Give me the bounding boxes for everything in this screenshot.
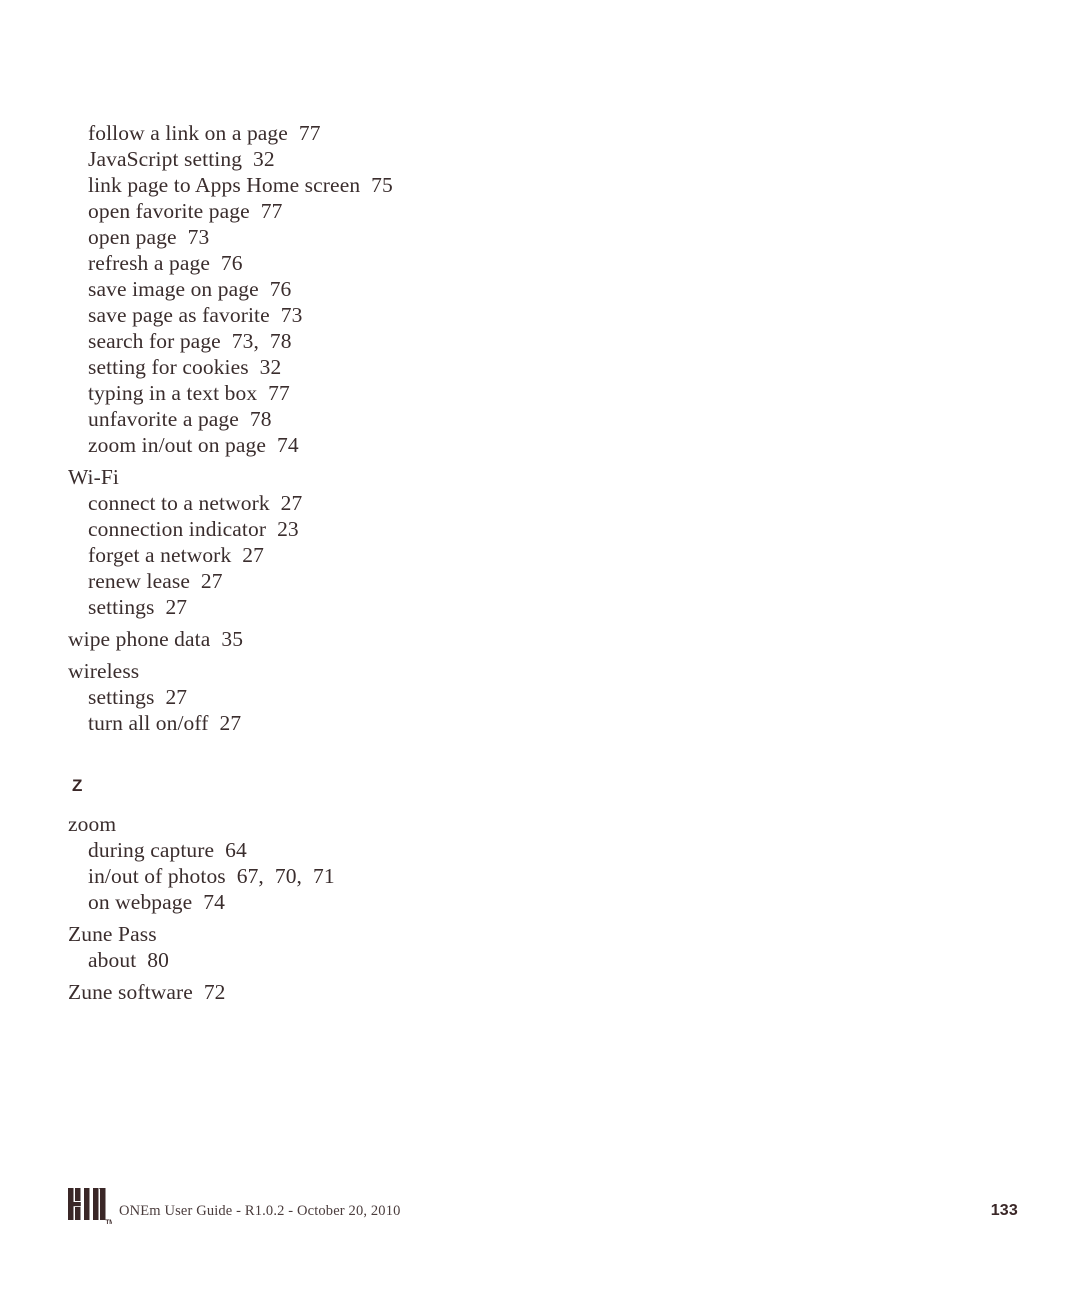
index-entry: Wi-Fi — [68, 465, 119, 489]
index-subentry: save page as favorite 73 — [88, 303, 303, 327]
index-subentry: on webpage 74 — [88, 890, 225, 914]
footer-caption: ONEm User Guide - R1.0.2 - October 20, 2… — [119, 1203, 401, 1219]
index-subentry: forget a network 27 — [88, 543, 264, 567]
index-subentry: in/out of photos 67, 70, 71 — [88, 864, 335, 888]
index-subentry: settings 27 — [88, 595, 188, 619]
index-entry: zoom — [68, 812, 117, 836]
index-subentry: turn all on/off 27 — [88, 711, 242, 735]
index-entry: wipe phone data 35 — [68, 627, 244, 651]
index-subentry: search for page 73, 78 — [88, 329, 292, 353]
index-section-letter: Z — [72, 776, 83, 795]
index-subentry: connection indicator 23 — [88, 517, 299, 541]
index-subentry: link page to Apps Home screen 75 — [88, 173, 393, 197]
index-subentry: about 80 — [88, 948, 169, 972]
page-number: 133 — [990, 1202, 1018, 1219]
index-subentry: unfavorite a page 78 — [88, 407, 272, 431]
index-subentry: zoom in/out on page 74 — [88, 433, 299, 457]
footer-branding: TM ONEm User Guide - R1.0.2 - October 20… — [68, 1188, 401, 1226]
index-subentry: during capture 64 — [88, 838, 247, 862]
document-page: follow a link on a page 77 JavaScript set… — [0, 0, 1080, 1296]
index-entry: Zune Pass — [68, 922, 157, 946]
index-subentry: setting for cookies 32 — [88, 355, 282, 379]
index-entry: wireless — [68, 659, 140, 683]
index-subentry: refresh a page 76 — [88, 251, 243, 275]
index-subentry: connect to a network 27 — [88, 491, 303, 515]
index-subentry: open favorite page 77 — [88, 199, 283, 223]
index-subentry: typing in a text box 77 — [88, 381, 290, 405]
index-subentry: JavaScript setting 32 — [88, 147, 275, 171]
page-footer: TM ONEm User Guide - R1.0.2 - October 20… — [68, 1188, 1018, 1236]
index-entry: Zune software 72 — [68, 980, 226, 1004]
kin-logo-icon: TM — [68, 1188, 112, 1226]
index-column: follow a link on a page 77 JavaScript set… — [68, 120, 768, 1005]
index-subentry: renew lease 27 — [88, 569, 223, 593]
index-subentry: open page 73 — [88, 225, 210, 249]
index-subentry: settings 27 — [88, 685, 188, 709]
index-subentry: follow a link on a page 77 — [88, 121, 321, 145]
index-subentry: save image on page 76 — [88, 277, 292, 301]
